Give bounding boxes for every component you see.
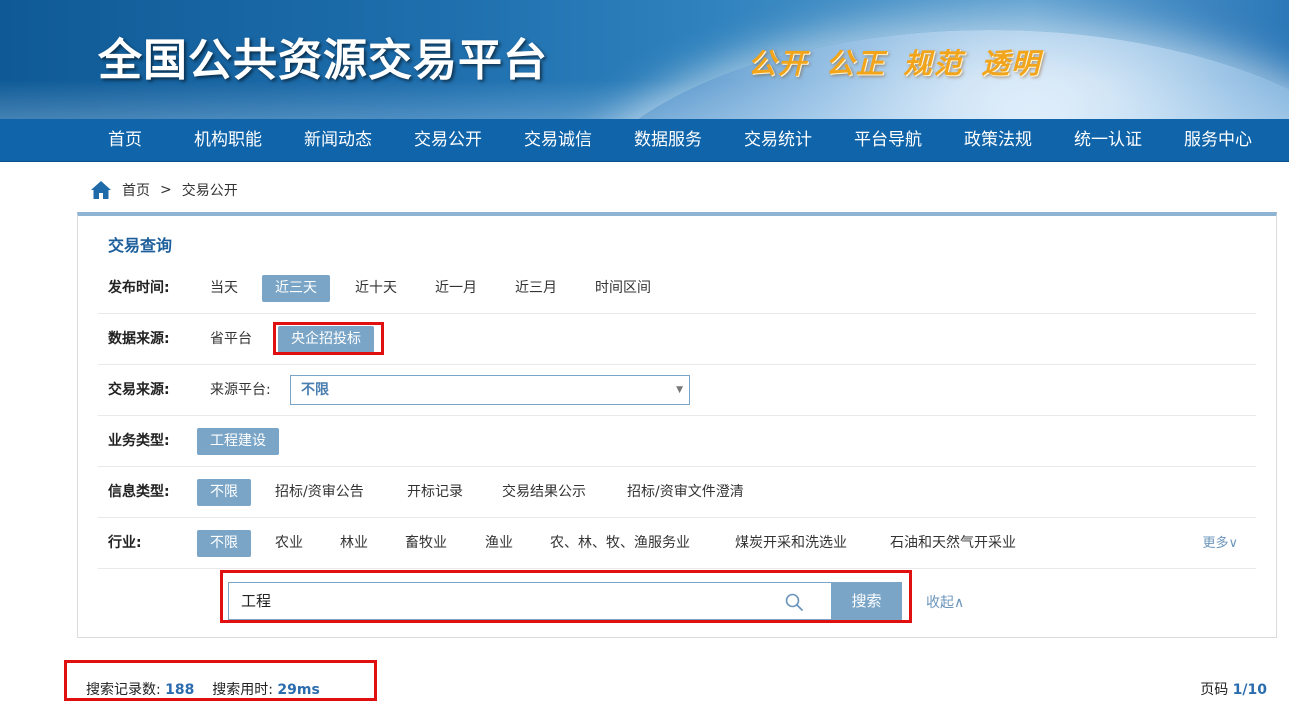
industry-option-oil-gas[interactable]: 石油和天然气开采业 xyxy=(877,530,1029,557)
info-type-label: 信息类型: xyxy=(108,484,170,500)
publish-time-option-1month[interactable]: 近一月 xyxy=(422,275,490,302)
info-type-row: 信息类型: 不限 招标/资审公告 开标记录 交易结果公示 招标/资审文件澄清 xyxy=(98,467,1256,518)
source-platform-label: 来源平台: xyxy=(210,382,271,398)
industry-option-coal[interactable]: 煤炭开采和洗选业 xyxy=(722,530,860,557)
industry-more-link[interactable]: 更多∨ xyxy=(1202,518,1238,569)
search-button[interactable]: 搜索 xyxy=(831,582,902,620)
publish-time-option-10days[interactable]: 近十天 xyxy=(342,275,410,302)
industry-label: 行业: xyxy=(108,535,142,551)
dropdown-arrow-icon: ▼ xyxy=(676,385,683,395)
collapse-link[interactable]: 收起∧ xyxy=(926,592,964,612)
publish-time-row: 发布时间: 当天 近三天 近十天 近一月 近三月 时间区间 xyxy=(98,263,1256,314)
publish-time-label: 发布时间: xyxy=(108,280,170,296)
publish-time-option-today[interactable]: 当天 xyxy=(197,275,251,302)
nav-item-agency[interactable]: 机构职能 xyxy=(194,119,262,162)
publish-time-option-3months[interactable]: 近三月 xyxy=(502,275,570,302)
nav-item-platform-nav[interactable]: 平台导航 xyxy=(854,119,922,162)
search-time-value: 29ms xyxy=(277,682,320,698)
business-type-label: 业务类型: xyxy=(108,433,170,449)
industry-option-livestock[interactable]: 畜牧业 xyxy=(392,530,460,557)
industry-option-agri-service[interactable]: 农、林、牧、渔服务业 xyxy=(537,530,703,557)
search-input[interactable]: 工程 xyxy=(228,582,832,620)
nav-item-policy[interactable]: 政策法规 xyxy=(964,119,1032,162)
breadcrumb-current: 交易公开 xyxy=(181,183,238,199)
search-time-label: 搜索用时: xyxy=(212,682,273,698)
home-icon[interactable] xyxy=(90,180,112,200)
nav-item-trade-public[interactable]: 交易公开 xyxy=(414,119,482,162)
business-type-row: 业务类型: 工程建设 xyxy=(98,416,1256,467)
nav-item-news[interactable]: 新闻动态 xyxy=(304,119,372,162)
publish-time-option-3days[interactable]: 近三天 xyxy=(262,275,330,302)
record-count-label: 搜索记录数: xyxy=(86,682,161,698)
data-source-row: 数据来源: 省平台 央企招投标 xyxy=(98,314,1256,365)
data-source-option-province[interactable]: 省平台 xyxy=(197,326,265,353)
trade-source-label: 交易来源: xyxy=(108,382,170,398)
nav-item-trade-stats[interactable]: 交易统计 xyxy=(744,119,812,162)
trade-source-row: 交易来源: 来源平台: 不限 ▼ xyxy=(98,365,1256,416)
source-platform-select[interactable]: 不限 ▼ xyxy=(290,375,690,405)
header-banner: 全国公共资源交易平台 公开 公正 规范 透明 xyxy=(0,0,1289,119)
industry-option-any[interactable]: 不限 xyxy=(197,530,251,557)
industry-option-agriculture[interactable]: 农业 xyxy=(262,530,316,557)
source-platform-value: 不限 xyxy=(301,382,329,398)
main-nav: 首页 机构职能 新闻动态 交易公开 交易诚信 数据服务 交易统计 平台导航 政策… xyxy=(0,119,1289,162)
breadcrumb-separator: > xyxy=(160,182,172,198)
query-panel-title: 交易查询 xyxy=(108,236,173,255)
industry-row: 行业: 不限 农业 林业 畜牧业 渔业 农、林、牧、渔服务业 煤炭开采和洗选业 … xyxy=(98,518,1256,569)
publish-time-option-range[interactable]: 时间区间 xyxy=(582,275,664,302)
data-source-label: 数据来源: xyxy=(108,331,170,347)
info-type-option-bid-opening[interactable]: 开标记录 xyxy=(394,479,476,506)
page-label: 页码 xyxy=(1200,682,1229,698)
site-slogan: 公开 公正 规范 透明 xyxy=(748,47,1042,80)
nav-item-service-center[interactable]: 服务中心 xyxy=(1184,119,1252,162)
search-stats: 搜索记录数: 188 搜索用时: 29ms xyxy=(86,679,320,699)
search-icon[interactable] xyxy=(784,592,804,612)
page-value: 1/10 xyxy=(1232,682,1267,698)
page-indicator: 页码 1/10 xyxy=(1200,679,1267,699)
nav-item-unified-auth[interactable]: 统一认证 xyxy=(1074,119,1142,162)
nav-item-home[interactable]: 首页 xyxy=(108,119,142,162)
industry-option-fishery[interactable]: 渔业 xyxy=(472,530,526,557)
info-type-option-any[interactable]: 不限 xyxy=(197,479,251,506)
nav-item-trade-credit[interactable]: 交易诚信 xyxy=(524,119,592,162)
business-type-option-construction[interactable]: 工程建设 xyxy=(197,428,279,455)
info-type-option-result[interactable]: 交易结果公示 xyxy=(489,479,599,506)
record-count-value: 188 xyxy=(165,682,195,698)
nav-item-data-service[interactable]: 数据服务 xyxy=(634,119,702,162)
breadcrumb-home[interactable]: 首页 xyxy=(122,180,150,200)
industry-option-forestry[interactable]: 林业 xyxy=(327,530,381,557)
highlight-box-data-source xyxy=(273,322,384,355)
info-type-option-bid-notice[interactable]: 招标/资审公告 xyxy=(262,479,377,506)
breadcrumb: 首页 > 交易公开 xyxy=(90,178,238,202)
info-type-option-clarification[interactable]: 招标/资审文件澄清 xyxy=(614,479,757,506)
site-title: 全国公共资源交易平台 xyxy=(98,35,548,86)
